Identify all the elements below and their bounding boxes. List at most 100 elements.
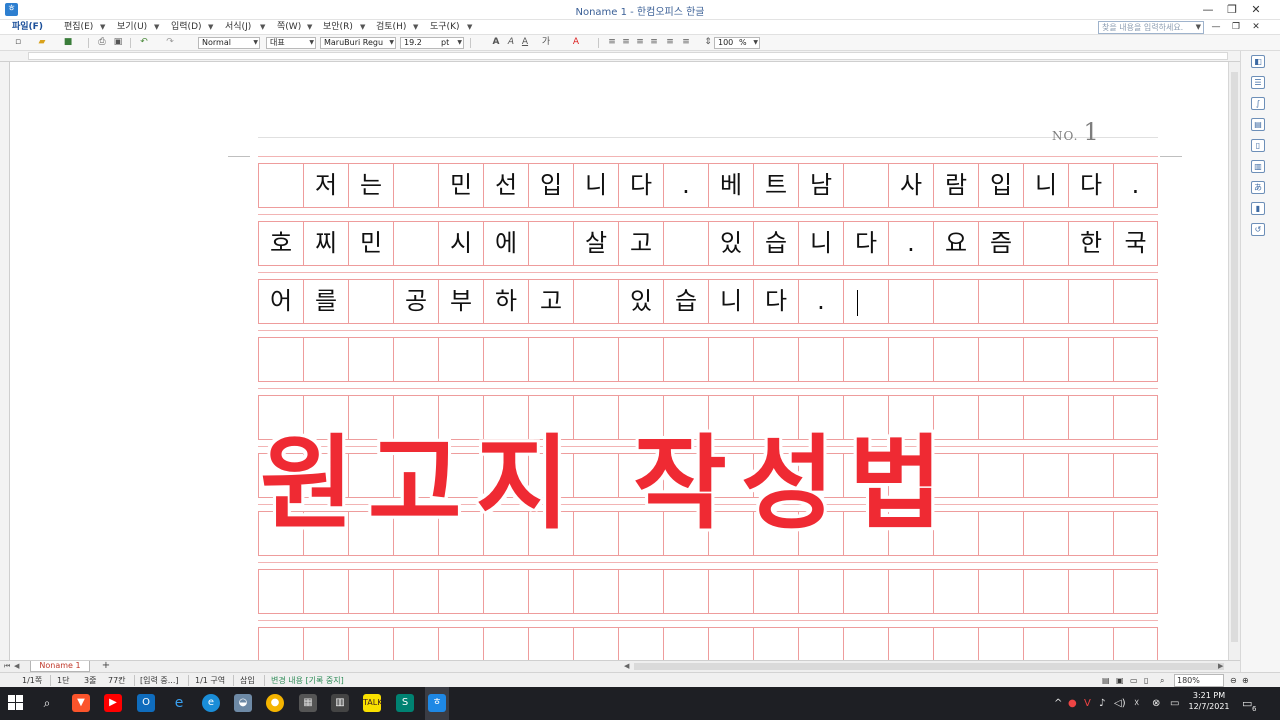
font-color-icon[interactable]: A <box>570 37 582 48</box>
manuscript-cell[interactable] <box>1023 511 1068 556</box>
manuscript-cell[interactable] <box>393 221 438 266</box>
manuscript-cell[interactable] <box>978 627 1023 660</box>
manuscript-cell[interactable] <box>258 569 303 614</box>
manuscript-cell[interactable] <box>888 279 933 324</box>
view-double-icon[interactable]: ▯ <box>1144 675 1148 686</box>
manuscript-cell[interactable]: 남 <box>798 163 843 208</box>
manuscript-cell[interactable] <box>933 627 978 660</box>
close-button[interactable]: ✕ <box>1246 2 1266 18</box>
manuscript-cell[interactable] <box>798 337 843 382</box>
vertical-scrollbar[interactable] <box>1228 62 1240 660</box>
manuscript-cell[interactable] <box>888 627 933 660</box>
strike-icon[interactable]: 가 <box>540 37 552 48</box>
menu-review[interactable]: 검토(H) <box>376 21 406 34</box>
manuscript-cell[interactable] <box>303 627 348 660</box>
manuscript-cell[interactable]: . <box>663 163 708 208</box>
underline-icon[interactable]: A <box>519 37 531 48</box>
manuscript-cell[interactable]: 국 <box>1113 221 1158 266</box>
edge-icon[interactable]: e <box>202 694 220 712</box>
manuscript-cell[interactable] <box>1068 395 1113 440</box>
manuscript-cell[interactable] <box>978 337 1023 382</box>
panel-share-icon[interactable]: ◧ <box>1251 55 1265 68</box>
manuscript-cell[interactable] <box>438 337 483 382</box>
menu-page[interactable]: 쪽(W) <box>277 21 301 34</box>
manuscript-cell[interactable]: 하 <box>483 279 528 324</box>
manuscript-cell[interactable] <box>978 453 1023 498</box>
manuscript-cell[interactable] <box>258 337 303 382</box>
manuscript-cell[interactable] <box>933 279 978 324</box>
status-page[interactable]: 1/1쪽 <box>22 675 42 686</box>
tray-overflow-icon[interactable]: ^ <box>1054 698 1062 710</box>
brave-icon[interactable]: ▼ <box>72 694 90 712</box>
menu-search-input[interactable]: 찾을 내용을 입력하세요. ▼ <box>1098 21 1204 34</box>
manuscript-cell[interactable] <box>798 569 843 614</box>
manuscript-cell[interactable] <box>573 279 618 324</box>
manuscript-cell[interactable] <box>303 337 348 382</box>
manuscript-cell[interactable] <box>573 337 618 382</box>
manuscript-cell[interactable]: 다 <box>618 163 663 208</box>
search-icon[interactable]: ⌕ <box>38 694 56 712</box>
manuscript-cell[interactable]: 요 <box>933 221 978 266</box>
manuscript-cell[interactable]: 고 <box>528 279 573 324</box>
manuscript-cell[interactable] <box>258 627 303 660</box>
align-justify-icon[interactable]: ≡ <box>606 37 618 48</box>
manuscript-cell[interactable] <box>663 337 708 382</box>
manuscript-cell[interactable] <box>303 569 348 614</box>
manuscript-cell[interactable] <box>438 569 483 614</box>
manuscript-cell[interactable] <box>1023 279 1068 324</box>
manuscript-cell[interactable] <box>1113 453 1158 498</box>
manuscript-cell[interactable] <box>393 569 438 614</box>
menu-security-caret-icon[interactable]: ▼ <box>360 21 365 34</box>
manuscript-cell[interactable] <box>258 163 303 208</box>
manuscript-cell[interactable] <box>528 337 573 382</box>
tray-vpn-icon[interactable]: V <box>1084 698 1091 710</box>
manuscript-cell[interactable] <box>1113 395 1158 440</box>
italic-icon[interactable]: A <box>505 37 517 48</box>
align-center-icon[interactable]: ≡ <box>634 37 646 48</box>
manuscript-cell[interactable] <box>1023 569 1068 614</box>
manuscript-cell[interactable] <box>753 337 798 382</box>
status-insert[interactable]: 삽입 <box>240 675 255 686</box>
manuscript-cell[interactable] <box>528 569 573 614</box>
taskbar-clock[interactable]: 3:21 PM 12/7/2021 <box>1188 690 1230 712</box>
manuscript-cell[interactable]: 는 <box>348 163 393 208</box>
horizontal-ruler[interactable] <box>0 51 1240 62</box>
manuscript-cell[interactable] <box>888 337 933 382</box>
manuscript-cell[interactable] <box>663 221 708 266</box>
add-tab-button[interactable]: + <box>96 661 116 672</box>
view-normal-icon[interactable]: ▤ <box>1102 675 1110 686</box>
kakaotalk-icon[interactable]: TALK <box>363 694 382 712</box>
line-spacing-icon[interactable]: ⇕ <box>702 37 714 48</box>
manuscript-cell[interactable] <box>933 337 978 382</box>
style-select[interactable]: Normal ▼ <box>198 37 260 49</box>
font-select[interactable]: MaruBuri Regu ▼ <box>320 37 396 49</box>
manuscript-cell[interactable]: . <box>798 279 843 324</box>
zoom-magnifier-icon[interactable]: ⌕ <box>1160 675 1164 686</box>
manuscript-cell[interactable] <box>1113 511 1158 556</box>
line-spacing-select[interactable]: 100 % ▼ <box>714 37 760 49</box>
tray-close-icon[interactable]: ⊗ <box>1152 698 1160 710</box>
manuscript-cell[interactable]: 선 <box>483 163 528 208</box>
manuscript-cell[interactable] <box>573 627 618 660</box>
divide-icon[interactable]: ≡ <box>680 37 692 48</box>
manuscript-cell[interactable]: 람 <box>933 163 978 208</box>
manuscript-cell[interactable] <box>348 627 393 660</box>
photos-icon[interactable]: ◒ <box>234 694 252 712</box>
manuscript-cell[interactable] <box>1023 221 1068 266</box>
manuscript-cell[interactable]: 니 <box>1023 163 1068 208</box>
menu-review-caret-icon[interactable]: ▼ <box>413 21 418 34</box>
manuscript-cell[interactable] <box>663 569 708 614</box>
manuscript-cell[interactable]: 사 <box>888 163 933 208</box>
manuscript-cell[interactable] <box>978 279 1023 324</box>
manuscript-cell[interactable] <box>348 337 393 382</box>
panel-doc-icon[interactable]: ▤ <box>1251 118 1265 131</box>
manuscript-cell[interactable] <box>618 627 663 660</box>
manuscript-cell[interactable] <box>1068 453 1113 498</box>
scrollbar-thumb[interactable] <box>1231 72 1238 642</box>
horizontal-scrollbar-thumb[interactable] <box>634 663 1224 670</box>
manuscript-cell[interactable] <box>663 627 708 660</box>
manuscript-cell[interactable] <box>348 279 393 324</box>
minimize-button[interactable]: — <box>1198 2 1218 18</box>
distribute-icon[interactable]: ≡ <box>664 37 676 48</box>
manuscript-cell[interactable]: 트 <box>753 163 798 208</box>
